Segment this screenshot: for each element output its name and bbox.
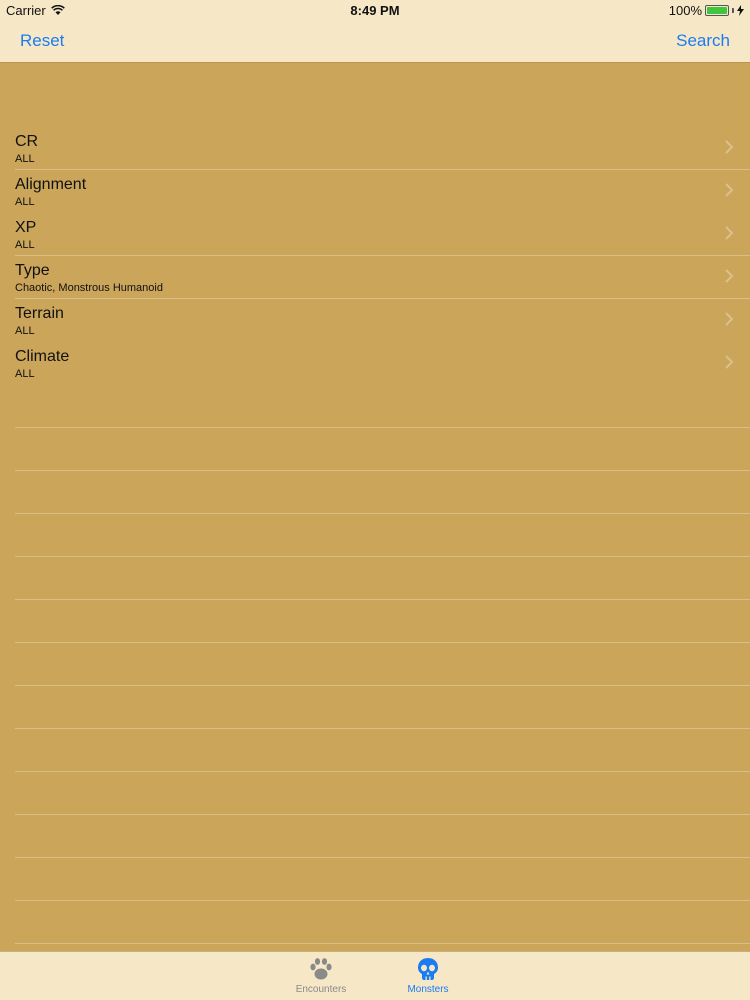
empty-row-divider <box>15 599 750 600</box>
filter-value: ALL <box>15 368 35 380</box>
tab-label: Encounters <box>295 984 347 995</box>
filter-list: CR ALL Alignment ALL XP ALL Type Chaotic… <box>0 127 750 385</box>
empty-row-divider <box>15 728 750 729</box>
empty-row-divider <box>15 685 750 686</box>
filter-row-cr[interactable]: CR ALL <box>0 127 750 170</box>
navigation-bar: Reset Search <box>0 22 750 63</box>
filter-value: ALL <box>15 153 35 165</box>
empty-row-divider <box>15 814 750 815</box>
filter-value: Chaotic, Monstrous Humanoid <box>15 282 163 294</box>
empty-row-divider <box>15 470 750 471</box>
filter-row-terrain[interactable]: Terrain ALL <box>0 299 750 342</box>
chevron-right-icon <box>725 183 734 197</box>
chevron-right-icon <box>725 312 734 326</box>
battery-cap <box>732 8 734 13</box>
filter-title: Alignment <box>15 176 87 193</box>
status-bar: Carrier 8:49 PM 100% <box>0 0 750 22</box>
chevron-right-icon <box>725 226 734 240</box>
filter-title: Terrain <box>15 305 64 322</box>
filter-title: Type <box>15 262 50 279</box>
tab-encounters[interactable]: Encounters <box>276 956 366 995</box>
empty-row-divider <box>15 556 750 557</box>
filter-value: ALL <box>15 325 35 337</box>
paw-icon <box>310 958 332 980</box>
filter-row-xp[interactable]: XP ALL <box>0 213 750 256</box>
filter-row-type[interactable]: Type Chaotic, Monstrous Humanoid <box>0 256 750 299</box>
filter-value: ALL <box>15 239 35 251</box>
charging-bolt-icon <box>737 5 744 16</box>
empty-row-divider <box>15 513 750 514</box>
status-time: 8:49 PM <box>350 3 400 18</box>
filter-title: CR <box>15 133 39 150</box>
filter-title: Climate <box>15 348 70 365</box>
chevron-right-icon <box>725 355 734 369</box>
battery-percent: 100% <box>668 3 702 18</box>
status-right: 100% <box>669 3 744 18</box>
search-button[interactable]: Search <box>676 31 730 51</box>
tab-bar: Encounters Monsters <box>0 951 750 1000</box>
battery-icon <box>705 5 729 16</box>
skull-icon <box>418 958 438 980</box>
empty-row-divider <box>15 642 750 643</box>
empty-row-divider <box>15 900 750 901</box>
empty-row-divider <box>15 427 750 428</box>
chevron-right-icon <box>725 269 734 283</box>
empty-row-divider <box>15 857 750 858</box>
reset-button[interactable]: Reset <box>20 31 64 51</box>
tab-monsters[interactable]: Monsters <box>383 956 473 995</box>
filter-row-climate[interactable]: Climate ALL <box>0 342 750 385</box>
empty-row-divider <box>15 771 750 772</box>
chevron-right-icon <box>725 140 734 154</box>
tab-label: Monsters <box>407 984 449 995</box>
filter-row-alignment[interactable]: Alignment ALL <box>0 170 750 213</box>
empty-row-divider <box>15 943 750 944</box>
filter-value: ALL <box>15 196 35 208</box>
filter-title: XP <box>15 219 37 236</box>
